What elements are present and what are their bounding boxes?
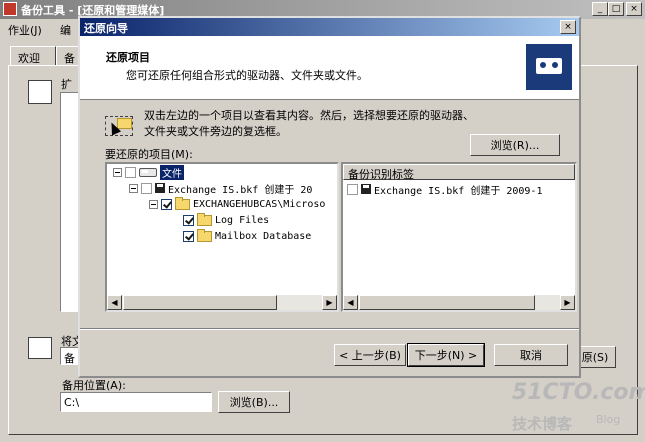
- tape-icon: [361, 184, 371, 194]
- backup-location-input[interactable]: C:\: [60, 392, 212, 412]
- drive-icon: [139, 167, 157, 177]
- tree-label-log-files: Log Files: [215, 214, 270, 226]
- backup-labels-pane[interactable]: 备份识别标签 Exchange IS.bkf 创建于 2009-1 ◀ ▶: [341, 162, 577, 312]
- restore-icon: [28, 80, 52, 104]
- backup-location-label: 备用位置(A):: [62, 379, 126, 392]
- cancel-button-label: 取消: [520, 349, 542, 362]
- back-button-label: < 上一步(B): [339, 349, 401, 362]
- right-pane-row-bkf[interactable]: Exchange IS.bkf 创建于 2009-1: [347, 181, 542, 197]
- backup-location-browse-button[interactable]: 浏览(B)...: [218, 391, 290, 413]
- minimize-button[interactable]: _: [592, 2, 608, 16]
- instruction-text: 双击左边的一个项目以查看其内容。然后，选择想要还原的驱动器、文件夹或文件旁边的复…: [144, 109, 474, 138]
- tree-checkbox-bkf[interactable]: [141, 182, 152, 194]
- close-main-button[interactable]: ×: [626, 2, 642, 16]
- menu-item-edit[interactable]: 编: [60, 22, 71, 38]
- dialog-title-bar: 还原向导 ×: [80, 18, 579, 36]
- tree-row-bkf[interactable]: Exchange IS.bkf 创建于 20: [129, 180, 312, 196]
- back-button[interactable]: < 上一步(B): [334, 344, 406, 366]
- menu-item-job[interactable]: 作业(J): [8, 22, 42, 38]
- watermark-logo: 51CTO.com: [512, 380, 645, 405]
- maximize-button[interactable]: □: [608, 2, 624, 16]
- restore-to-icon: [28, 337, 52, 359]
- tree-checkbox-mailbox-db[interactable]: [183, 230, 194, 242]
- tree-row-mailbox-db[interactable]: Mailbox Database: [183, 228, 311, 244]
- scroll-thumb[interactable]: [123, 295, 277, 310]
- scroll-thumb[interactable]: [359, 295, 535, 310]
- tree-row-exchange[interactable]: EXCHANGEHUBCAS\Microso: [149, 196, 325, 212]
- next-button-label: 下一步(N) >: [414, 349, 478, 362]
- dialog-header: 还原项目 您可还原任何组合形式的驱动器、文件夹或文件。: [80, 36, 579, 100]
- folder-icon: [197, 212, 212, 226]
- tree-label-bkf: Exchange IS.bkf 创建于 20: [168, 184, 313, 196]
- dialog-browse-button[interactable]: 浏览(R)...: [470, 134, 560, 156]
- column-header-backup-label[interactable]: 备份识别标签: [343, 164, 575, 181]
- header-title: 还原项目: [106, 51, 150, 64]
- tab-welcome-label: 欢迎: [18, 52, 40, 65]
- collapse-icon[interactable]: [129, 183, 138, 193]
- restore-label-partial: 扩: [61, 78, 72, 91]
- dialog-separator: [80, 328, 579, 330]
- tape-icon: [155, 183, 165, 193]
- backup-location-value: C:\: [64, 396, 80, 409]
- backup-location-browse-label: 浏览(B)...: [229, 396, 279, 409]
- right-pane-checkbox[interactable]: [347, 183, 358, 195]
- app-icon: [3, 2, 17, 16]
- hand-cursor-icon: [105, 112, 137, 138]
- right-hscrollbar[interactable]: ◀ ▶: [343, 295, 575, 310]
- column-header-text: 备份识别标签: [348, 168, 414, 181]
- scroll-left-button[interactable]: ◀: [343, 295, 358, 310]
- items-tree[interactable]: 文件 Exchange IS.bkf 创建于 20 EXCHANGEHUBCAS…: [105, 162, 339, 312]
- tree-row-files[interactable]: 文件: [113, 164, 184, 180]
- collapse-icon[interactable]: [113, 167, 122, 177]
- tree-checkbox-log-files[interactable]: [183, 214, 194, 226]
- tab-welcome[interactable]: 欢迎: [10, 46, 56, 66]
- collapse-icon[interactable]: [149, 199, 158, 209]
- tree-checkbox-exchange[interactable]: [161, 198, 172, 210]
- restore-wizard-dialog: 还原向导 × 还原项目 您可还原任何组合形式的驱动器、文件夹或文件。 双击左边的…: [78, 16, 581, 378]
- dialog-browse-label: 浏览(R)...: [490, 139, 540, 152]
- dialog-close-glyph: ×: [564, 22, 572, 32]
- dialog-close-button[interactable]: ×: [560, 20, 576, 34]
- scroll-right-button[interactable]: ▶: [322, 295, 337, 310]
- tree-label-files: 文件: [160, 164, 184, 180]
- tree-row-log-files[interactable]: Log Files: [183, 212, 269, 228]
- restore-to-value: 备: [64, 352, 75, 365]
- tree-hscrollbar[interactable]: ◀ ▶: [107, 295, 337, 310]
- next-button[interactable]: 下一步(N) >: [407, 343, 485, 367]
- watermark-blog: Blog: [596, 413, 621, 426]
- items-label: 要还原的项目(M):: [105, 148, 193, 161]
- scroll-left-button[interactable]: ◀: [107, 295, 122, 310]
- restore-start-label: 原(S): [581, 351, 609, 364]
- wizard-tape-icon: [526, 44, 572, 90]
- folder-icon: [175, 196, 190, 210]
- tree-label-exchange: EXCHANGEHUBCAS\Microso: [193, 198, 326, 210]
- right-pane-label-bkf: Exchange IS.bkf 创建于 2009-1: [374, 185, 543, 197]
- cancel-button[interactable]: 取消: [494, 344, 568, 366]
- dialog-title: 还原向导: [84, 22, 128, 35]
- scroll-right-button[interactable]: ▶: [560, 295, 575, 310]
- folder-icon: [197, 228, 212, 242]
- header-subtitle: 您可还原任何组合形式的驱动器、文件夹或文件。: [126, 69, 368, 82]
- tree-checkbox-files[interactable]: [125, 166, 136, 178]
- tree-label-mailbox-db: Mailbox Database: [215, 230, 312, 242]
- tab-backup-label: 备: [64, 52, 75, 65]
- watermark-blog-cn: 技术博客: [512, 415, 573, 433]
